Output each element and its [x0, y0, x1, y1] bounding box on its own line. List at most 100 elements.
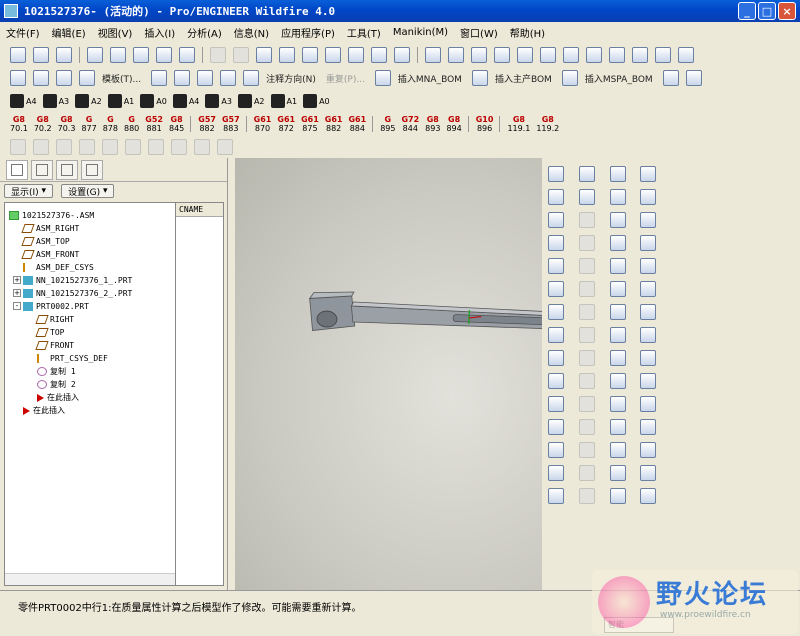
feature-tool-icon[interactable]: [609, 327, 626, 343]
feature-tool-icon[interactable]: [578, 396, 595, 412]
tree-node[interactable]: TOP: [35, 326, 64, 339]
redraw-icon[interactable]: [448, 47, 464, 63]
refit-icon[interactable]: [586, 47, 602, 63]
tab-connections[interactable]: [81, 159, 103, 180]
standard-part-button-6[interactable]: G52 881: [145, 115, 163, 133]
feature-tool-icon[interactable]: [578, 350, 595, 366]
select-box-icon[interactable]: [394, 47, 410, 63]
menu-item-0[interactable]: 文件(F): [6, 25, 40, 40]
paste-icon[interactable]: [302, 47, 318, 63]
feature-tool-icon[interactable]: [578, 465, 595, 481]
print-button-9[interactable]: A0: [303, 94, 330, 108]
standard-part-button-20[interactable]: G8 119.1: [507, 115, 530, 133]
tree-node[interactable]: PRT_CSYS_DEF: [37, 352, 108, 365]
saved-views-icon[interactable]: [632, 47, 648, 63]
menu-item-5[interactable]: 信息(N): [234, 25, 269, 40]
feature-tool-icon[interactable]: [640, 442, 657, 458]
tab-folder-browser[interactable]: [31, 159, 53, 180]
tree-horizontal-scrollbar[interactable]: [5, 573, 175, 585]
tree-node[interactable]: NN_1021527376_2_.PRT: [23, 287, 132, 300]
feature-tool-icon[interactable]: [548, 212, 564, 228]
insert-mspa-bom-button[interactable]: 插入MSPA_BOM: [585, 72, 653, 85]
edit-icon[interactable]: [685, 70, 702, 86]
feature-tool-icon[interactable]: [640, 189, 657, 205]
tree-node[interactable]: 复制 2: [37, 378, 76, 391]
feature-tool-icon[interactable]: [609, 212, 626, 228]
connect-icon[interactable]: [148, 139, 164, 155]
panel-splitter[interactable]: [228, 158, 235, 590]
feature-tool-icon[interactable]: [640, 350, 657, 366]
feature-tool-icon[interactable]: [640, 304, 657, 320]
annotate-icon[interactable]: [151, 70, 168, 86]
note-icon[interactable]: [174, 70, 191, 86]
folder-icon[interactable]: [56, 47, 72, 63]
feature-tool-icon[interactable]: [640, 396, 657, 412]
feature-tool-icon[interactable]: [609, 281, 626, 297]
tree-node[interactable]: NN_1021527376_1_.PRT: [23, 274, 132, 287]
feature-tool-icon[interactable]: [640, 281, 657, 297]
standard-part-button-2[interactable]: G8 70.3: [58, 115, 76, 133]
feature-tool-icon[interactable]: [548, 419, 564, 435]
feature-tool-icon[interactable]: [609, 396, 626, 412]
feature-tool-icon[interactable]: [548, 304, 564, 320]
model-tree[interactable]: 1021527376-.ASM ASM_RIGHT ASM_TOP ASM_FRONT…: [4, 202, 176, 586]
print-button-8[interactable]: A1: [270, 94, 297, 108]
pdf-icon[interactable]: [662, 70, 679, 86]
feature-tool-icon[interactable]: [640, 258, 657, 274]
feature-tool-icon[interactable]: [640, 488, 657, 504]
zoom-in-icon[interactable]: [540, 47, 556, 63]
feature-tool-icon[interactable]: [548, 465, 564, 481]
view-manager-icon[interactable]: [678, 47, 694, 63]
print-button-0[interactable]: A4: [10, 94, 37, 108]
feature-tool-icon[interactable]: [548, 373, 564, 389]
graphics-window[interactable]: [235, 158, 671, 590]
pan-icon[interactable]: [517, 47, 533, 63]
feature-tool-icon[interactable]: [578, 442, 595, 458]
feature-tool-icon[interactable]: [578, 281, 595, 297]
settings-dropdown[interactable]: 设置(G) ▾: [61, 184, 115, 198]
feature-tool-icon[interactable]: [609, 304, 626, 320]
feature-tool-icon[interactable]: [640, 419, 657, 435]
undo-icon[interactable]: [210, 47, 226, 63]
menu-item-10[interactable]: 帮助(H): [510, 25, 545, 40]
minimize-button[interactable]: _: [738, 2, 756, 20]
standard-part-button-21[interactable]: G8 119.2: [536, 115, 559, 133]
print-button-1[interactable]: A3: [42, 94, 69, 108]
standard-part-button-9[interactable]: G57 883: [222, 115, 240, 133]
arrow-icon[interactable]: [125, 139, 141, 155]
menu-item-2[interactable]: 视图(V): [98, 25, 133, 40]
standard-part-button-10[interactable]: G61 870: [254, 115, 272, 133]
spin-center-icon[interactable]: [471, 47, 487, 63]
insert-main-bom-icon[interactable]: [471, 70, 488, 86]
reorient-icon[interactable]: [609, 47, 625, 63]
feature-tool-icon[interactable]: [578, 235, 595, 251]
template-label[interactable]: 模板(T)...: [102, 72, 141, 85]
feature-tool-icon[interactable]: [578, 419, 595, 435]
insert-mna-bom-icon[interactable]: [374, 70, 391, 86]
layers-icon[interactable]: [655, 47, 671, 63]
feature-tool-icon[interactable]: [578, 373, 595, 389]
paste-special-icon[interactable]: [325, 47, 341, 63]
feature-tool-icon[interactable]: [548, 189, 564, 205]
tree-node[interactable]: 在此插入: [23, 404, 65, 417]
cut-icon[interactable]: [256, 47, 272, 63]
zoom-out-icon[interactable]: [563, 47, 579, 63]
hand-icon[interactable]: [79, 139, 95, 155]
new-icon[interactable]: [87, 47, 103, 63]
print-button-2[interactable]: A2: [75, 94, 102, 108]
standard-part-button-4[interactable]: G 878: [103, 115, 118, 133]
feature-tool-icon[interactable]: [548, 235, 564, 251]
menu-item-8[interactable]: Manikin(M): [393, 27, 448, 38]
note-direction-label[interactable]: 注释方向(N): [266, 72, 316, 85]
feature-tool-icon[interactable]: [578, 212, 595, 228]
feature-tool-icon[interactable]: [640, 212, 657, 228]
datum-plane-icon[interactable]: [10, 139, 26, 155]
menu-item-3[interactable]: 插入(I): [144, 25, 175, 40]
maximize-button[interactable]: □: [758, 2, 776, 20]
feature-tool-icon[interactable]: [548, 488, 564, 504]
copy-icon[interactable]: [279, 47, 295, 63]
open-file-icon[interactable]: [110, 47, 126, 63]
menu-item-1[interactable]: 编辑(E): [52, 25, 86, 40]
standard-part-button-5[interactable]: G 880: [124, 115, 139, 133]
tree-node[interactable]: ASM_RIGHT: [21, 222, 79, 235]
